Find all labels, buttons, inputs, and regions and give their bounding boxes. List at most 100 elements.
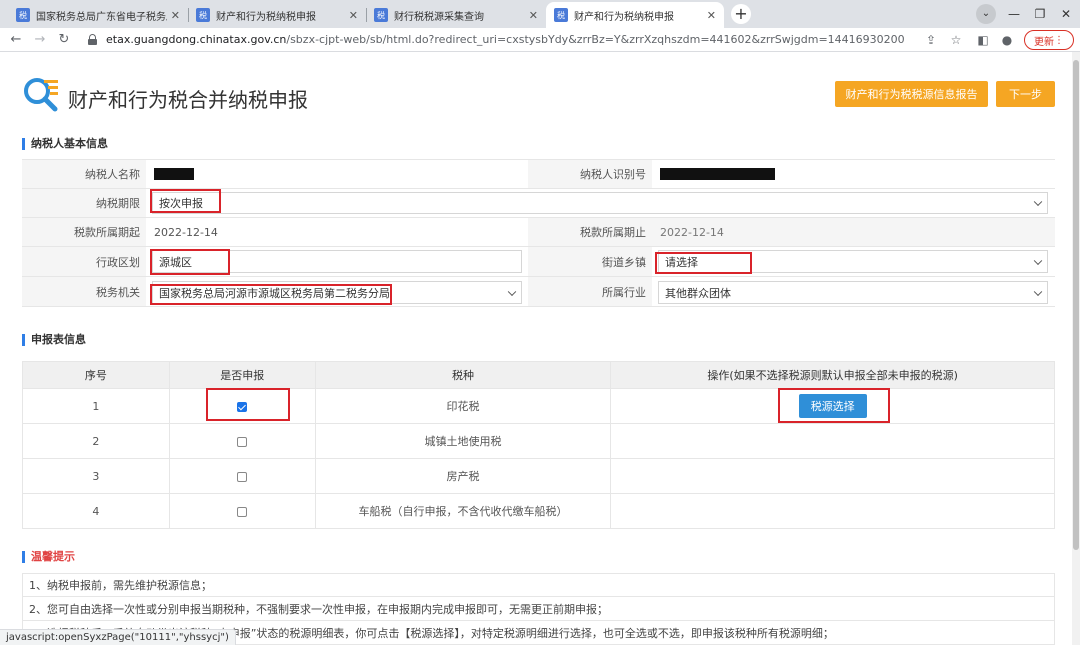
next-step-button[interactable]: 下一步 [996, 81, 1055, 107]
district-input[interactable]: 源城区 [152, 250, 522, 273]
taxpayer-id-value [652, 160, 1055, 188]
scrollbar-thumb[interactable] [1073, 60, 1079, 550]
action-cell [610, 493, 1055, 529]
declare-checkbox-cell [168, 458, 316, 494]
new-tab-plus-icon[interactable]: + [731, 4, 751, 24]
section-title-tips: 温馨提示 [22, 551, 75, 563]
address-bar[interactable]: etax.guangdong.chinatax.gov.cn/sbzx-cjpt… [106, 33, 905, 46]
col-header-tax: 税种 [314, 361, 612, 389]
back-arrow-icon[interactable]: ← [6, 30, 26, 50]
section-title-basic-info: 纳税人基本信息 [22, 138, 108, 150]
minimize-icon[interactable]: — [1003, 3, 1025, 25]
table-row: 1 印花税 税源选择 [22, 388, 1055, 424]
row-district: 行政区划 源城区 街道乡镇 请选择 [22, 247, 1055, 277]
action-cell: 税源选择 [610, 388, 1055, 424]
row-no: 1 [22, 388, 170, 424]
browser-tab-4-active[interactable]: 税 财产和行为税纳税申报 ✕ [546, 2, 724, 28]
url-path: /sbzx-cjpt-web/sb/html.do?redirect_uri=c… [286, 33, 905, 46]
section-title-declaration: 申报表信息 [22, 334, 86, 346]
chevron-down-icon [1033, 287, 1043, 296]
col-header-declare: 是否申报 [168, 361, 316, 389]
tax-name: 车船税（自行申报，不含代收代缴车船税） [314, 493, 612, 529]
page-title: 财产和行为税合并纳税申报 [68, 88, 308, 112]
close-icon[interactable]: ✕ [171, 9, 180, 22]
page-content: 财产和行为税合并纳税申报 财产和行为税税源信息报告 下一步 纳税人基本信息 纳税… [0, 52, 1080, 645]
restore-icon[interactable]: ❐ [1029, 3, 1051, 25]
tax-favicon-icon: 税 [374, 8, 388, 22]
profile-avatar-icon[interactable]: ● [998, 31, 1016, 49]
declare-checkbox-cell [168, 493, 316, 529]
period-start-label: 税款所属期起 [22, 218, 146, 246]
update-button[interactable]: 更新 ⋮ [1024, 30, 1074, 50]
lock-icon[interactable] [88, 34, 97, 45]
chevron-down-icon [1033, 256, 1043, 265]
share-icon[interactable]: ⇪ [922, 31, 940, 49]
browser-tab-strip: 税 国家税务总局广东省电子税务局 ✕ 税 财产和行为税纳税申报 ✕ 税 财行税税… [0, 0, 1080, 28]
period-select[interactable]: 按次申报 [152, 192, 1048, 214]
col-header-no: 序号 [22, 361, 170, 389]
close-icon[interactable]: ✕ [529, 9, 538, 22]
row-no: 3 [22, 458, 170, 494]
taxpayer-id-label: 纳税人识别号 [528, 160, 652, 188]
declare-checkbox[interactable] [237, 401, 248, 412]
period-start-value: 2022-12-14 [154, 225, 218, 239]
browser-tab-2[interactable]: 税 财产和行为税纳税申报 ✕ [188, 2, 366, 28]
action-cell [610, 458, 1055, 494]
industry-value: 其他群众团体 [665, 286, 731, 300]
period-label: 纳税期限 [22, 189, 146, 217]
row-period: 纳税期限 按次申报 [22, 189, 1055, 218]
tax-favicon-icon: 税 [16, 8, 30, 22]
taxpayer-name-value [146, 160, 528, 188]
period-end-label: 税款所属期止 [528, 218, 652, 246]
browser-toolbar: ← → ↻ etax.guangdong.chinatax.gov.cn/sbz… [0, 28, 1080, 52]
browser-tab-3[interactable]: 税 财行税税源采集查询 ✕ [366, 2, 546, 28]
tax-name: 印花税 [314, 388, 612, 424]
street-select[interactable]: 请选择 [658, 250, 1048, 273]
browser-tab-1[interactable]: 税 国家税务总局广东省电子税务局 ✕ [8, 2, 188, 28]
chevron-down-icon [507, 287, 517, 296]
source-select-button[interactable]: 税源选择 [798, 394, 867, 418]
declare-checkbox[interactable] [237, 471, 248, 482]
declare-checkbox-cell [168, 388, 316, 424]
tax-name: 城镇土地使用税 [314, 423, 612, 459]
chevron-down-icon[interactable]: ⌄ [976, 4, 996, 24]
url-host: etax.guangdong.chinatax.gov.cn [106, 33, 287, 46]
tax-office-value: 国家税务总局河源市源城区税务局第二税务分局 [159, 286, 390, 300]
reload-icon[interactable]: ↻ [54, 30, 74, 50]
declare-checkbox[interactable] [237, 436, 248, 447]
update-label: 更新 [1034, 36, 1054, 48]
close-icon[interactable]: ✕ [349, 9, 358, 22]
declare-checkbox[interactable] [237, 506, 248, 517]
district-label: 行政区划 [22, 247, 146, 276]
row-tax-office: 税务机关 国家税务总局河源市源城区税务局第二税务分局 所属行业 其他群众团体 [22, 277, 1055, 307]
tab-title: 国家税务总局广东省电子税务局 [36, 11, 167, 23]
action-cell [610, 423, 1055, 459]
street-label: 街道乡镇 [528, 247, 652, 276]
street-value: 请选择 [665, 255, 698, 269]
bookmark-star-icon[interactable]: ☆ [947, 31, 965, 49]
chevron-down-icon [1033, 197, 1043, 207]
table-row: 4 车船税（自行申报，不含代收代缴车船税） [22, 493, 1055, 529]
tax-office-label: 税务机关 [22, 277, 146, 306]
tax-favicon-icon: 税 [196, 8, 210, 22]
tip-item: 1、纳税申报前，需先维护税源信息； [22, 573, 1055, 597]
table-header-row: 序号 是否申报 税种 操作(如果不选择税源则默认申报全部未申报的税源) [22, 361, 1055, 389]
tab-title: 财产和行为税纳税申报 [216, 11, 316, 23]
window-close-icon[interactable]: ✕ [1055, 3, 1077, 25]
tax-name: 房产税 [314, 458, 612, 494]
close-icon[interactable]: ✕ [707, 9, 716, 22]
sidepanel-icon[interactable]: ◧ [974, 31, 992, 49]
tax-favicon-icon: 税 [554, 8, 568, 22]
period-end-value: 2022-12-14 [652, 218, 1055, 246]
row-no: 2 [22, 423, 170, 459]
source-info-report-button[interactable]: 财产和行为税税源信息报告 [835, 81, 988, 107]
industry-select[interactable]: 其他群众团体 [658, 281, 1048, 304]
search-document-logo-icon [24, 78, 58, 112]
tab-title: 财产和行为税纳税申报 [574, 11, 674, 23]
table-row: 3 房产税 [22, 458, 1055, 494]
vertical-scrollbar[interactable] [1072, 52, 1080, 645]
forward-arrow-icon[interactable]: → [30, 30, 50, 50]
row-dates: 税款所属期起 2022-12-14 税款所属期止 2022-12-14 [22, 218, 1055, 247]
tax-office-select[interactable]: 国家税务总局河源市源城区税务局第二税务分局 [152, 281, 522, 304]
row-no: 4 [22, 493, 170, 529]
